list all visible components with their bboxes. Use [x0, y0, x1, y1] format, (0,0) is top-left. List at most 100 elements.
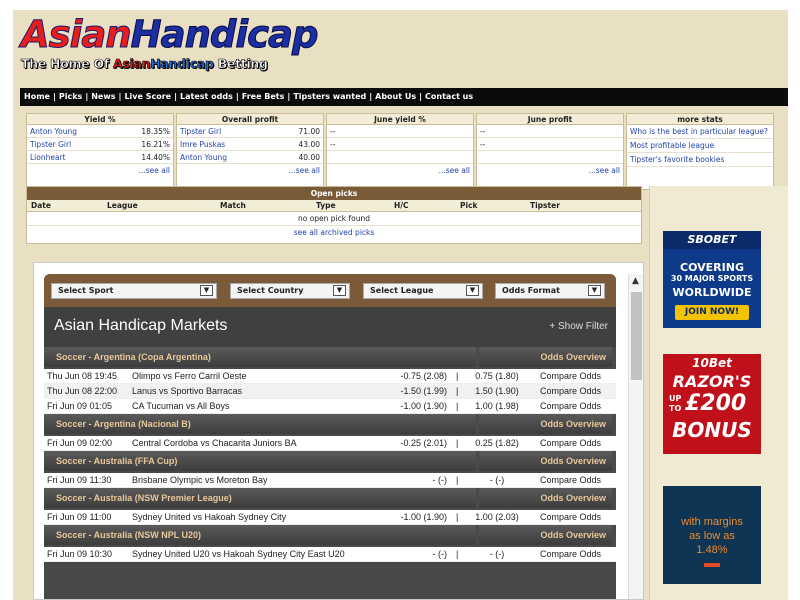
tenbet-ad[interactable]: 10Bet RAZOR'S UP TO £200 BONUS	[663, 354, 761, 454]
odds-overview-link[interactable]: Odds Overview	[479, 525, 612, 545]
match-teams[interactable]: Sydney United U20 vs Hakoah Sydney City …	[132, 547, 345, 562]
compare-odds-link[interactable]: Compare Odds	[540, 384, 601, 399]
match-row[interactable]: Fri Jun 09 11:00 Sydney United vs Hakoah …	[44, 510, 616, 525]
nav-latest-odds[interactable]: Latest odds	[180, 92, 233, 101]
best-in-league-link[interactable]: Who is the best in particular league?	[627, 125, 773, 139]
sbobet-ad[interactable]: SBOBET COVERING 30 MAJOR SPORTS WORLDWID…	[663, 231, 761, 328]
scroll-up-icon[interactable]: ▲	[632, 276, 639, 286]
match-row[interactable]: Fri Jun 09 11:30 Brisbane Olympic vs More…	[44, 473, 616, 488]
away-handicap[interactable]: 1.00 (2.03)	[470, 510, 524, 525]
match-teams[interactable]: Lanus vs Sportivo Barracas	[132, 384, 242, 399]
tipster-link[interactable]: Tipster Girl	[180, 127, 221, 136]
odds-overview-link[interactable]: Odds Overview	[479, 414, 612, 434]
see-all-link[interactable]: ...see all	[177, 164, 323, 177]
tipster-link[interactable]: Anton Young	[180, 153, 227, 162]
nav-news[interactable]: News	[91, 92, 115, 101]
league-name[interactable]: Soccer - Argentina (Nacional B)	[44, 414, 476, 434]
ad-text: 1.48%	[696, 544, 728, 556]
match-teams[interactable]: Central Cordoba vs Chacarita Juniors BA	[132, 436, 297, 451]
match-teams[interactable]: Sydney United vs Hakoah Sydney City	[132, 510, 286, 525]
yield-title: Yield %	[27, 114, 173, 125]
logo-handicap: Handicap	[130, 13, 319, 57]
archived-picks-link[interactable]: see all archived picks	[27, 226, 641, 239]
nav-picks[interactable]: Picks	[59, 92, 82, 101]
margins-ad[interactable]: with margins as low as 1.48%	[663, 486, 761, 584]
match-row[interactable]: Thu Jun 08 19:45 Olimpo vs Ferro Carril O…	[44, 369, 616, 384]
nav-live-score[interactable]: Live Score	[124, 92, 171, 101]
odds-format-select[interactable]: Odds Format ▼	[495, 283, 605, 299]
profit-value: 71.00	[298, 127, 320, 136]
away-handicap[interactable]: - (-)	[470, 547, 524, 562]
odds-overview-link[interactable]: Odds Overview	[479, 347, 612, 367]
ad-text: TO	[669, 404, 682, 413]
market-title: Asian Handicap Markets	[54, 317, 228, 334]
market-panel: Select Sport ▼ Select Country ▼ Select Lea…	[44, 274, 616, 599]
select-country[interactable]: Select Country ▼	[230, 283, 350, 299]
see-all-link[interactable]: ...see all	[477, 164, 623, 177]
away-handicap[interactable]: 1.50 (1.90)	[470, 384, 524, 399]
main-nav: Home | Picks | News | Live Score | Latest odds | F…	[20, 88, 788, 106]
favorite-bookies-link[interactable]: Tipster's favorite bookies	[627, 153, 773, 167]
league-header: Soccer - Australia (FFA Cup) Odds Overvie…	[44, 451, 616, 473]
nav-home[interactable]: Home	[24, 92, 50, 101]
compare-odds-link[interactable]: Compare Odds	[540, 399, 601, 414]
match-teams[interactable]: Brisbane Olympic vs Moreton Bay	[132, 473, 268, 488]
logo-tagline: The Home Of AsianHandicap Betting	[21, 56, 269, 72]
col-pick: Pick	[460, 201, 478, 210]
home-handicap[interactable]: - (-)	[392, 473, 448, 488]
empty-value: --	[330, 140, 336, 149]
compare-odds-link[interactable]: Compare Odds	[540, 547, 601, 562]
scrollbar-thumb[interactable]	[631, 292, 642, 380]
match-time: Thu Jun 08 22:00	[47, 386, 118, 396]
more-stats-table: more stats Who is the best in particular…	[626, 113, 774, 190]
match-teams[interactable]: CA Tucuman vs All Boys	[132, 399, 230, 414]
nav-tipsters-wanted[interactable]: Tipsters wanted	[293, 92, 366, 101]
away-handicap[interactable]: 0.75 (1.80)	[470, 369, 524, 384]
col-match: Match	[220, 201, 246, 210]
home-handicap[interactable]: -1.00 (1.90)	[392, 510, 447, 525]
compare-odds-link[interactable]: Compare Odds	[540, 369, 601, 384]
tipster-link[interactable]: Anton Young	[30, 127, 77, 136]
match-row[interactable]: Thu Jun 08 22:00 Lanus vs Sportivo Barrac…	[44, 384, 616, 399]
away-handicap[interactable]: 1.00 (1.98)	[470, 399, 524, 414]
match-row[interactable]: Fri Jun 09 01:05 CA Tucuman vs All Boys -1…	[44, 399, 616, 414]
select-league[interactable]: Select League ▼	[363, 283, 483, 299]
site-logo[interactable]: AsianHandicap The Home Of AsianHandicap …	[19, 12, 319, 84]
tipster-link[interactable]: Imre Puskas	[180, 140, 225, 149]
see-all-link[interactable]: ...see all	[27, 164, 173, 177]
compare-odds-link[interactable]: Compare Odds	[540, 436, 601, 451]
show-filter-button[interactable]: + Show Filter	[549, 321, 608, 332]
home-handicap[interactable]: -1.00 (1.90)	[392, 399, 447, 414]
compare-odds-link[interactable]: Compare Odds	[540, 473, 601, 488]
league-name[interactable]: Soccer - Argentina (Copa Argentina)	[44, 347, 476, 367]
odds-overview-link[interactable]: Odds Overview	[479, 451, 612, 471]
odds-overview-link[interactable]: Odds Overview	[479, 488, 612, 508]
join-now-button[interactable]: JOIN NOW!	[675, 305, 749, 320]
june-yield-table: June yield % -- -- ...see all	[326, 113, 474, 190]
home-handicap[interactable]: - (-)	[392, 547, 448, 562]
filter-bar: Select Sport ▼ Select Country ▼ Select Lea…	[44, 274, 616, 307]
league-name[interactable]: Soccer - Australia (NSW NPL U20)	[44, 525, 476, 545]
select-sport[interactable]: Select Sport ▼	[51, 283, 217, 299]
tipster-link[interactable]: Lionheart	[30, 153, 66, 162]
ad-text: WORLDWIDE	[672, 286, 752, 299]
most-profitable-league-link[interactable]: Most profitable league	[627, 139, 773, 153]
compare-odds-link[interactable]: Compare Odds	[540, 510, 601, 525]
nav-about-us[interactable]: About Us	[375, 92, 416, 101]
away-handicap[interactable]: 0.25 (1.82)	[470, 436, 524, 451]
match-row[interactable]: Fri Jun 09 10:30 Sydney United U20 vs Hak…	[44, 547, 616, 562]
match-row[interactable]: Fri Jun 09 02:00 Central Cordoba vs Chaca…	[44, 436, 616, 451]
away-handicap[interactable]: - (-)	[470, 473, 524, 488]
tipster-link[interactable]: Tipster Girl	[30, 140, 71, 149]
home-handicap[interactable]: -0.25 (2.01)	[392, 436, 447, 451]
see-all-link[interactable]: ...see all	[327, 164, 473, 177]
match-teams[interactable]: Olimpo vs Ferro Carril Oeste	[132, 369, 247, 384]
league-name[interactable]: Soccer - Australia (FFA Cup)	[44, 451, 476, 471]
league-name[interactable]: Soccer - Australia (NSW Premier League)	[44, 488, 476, 508]
nav-free-bets[interactable]: Free Bets	[242, 92, 285, 101]
nav-contact-us[interactable]: Contact us	[425, 92, 473, 101]
scrollbar[interactable]: ▲	[628, 274, 643, 599]
home-handicap[interactable]: -1.50 (1.99)	[392, 384, 447, 399]
yield-value: 14.40%	[141, 153, 170, 162]
home-handicap[interactable]: -0.75 (2.08)	[392, 369, 447, 384]
